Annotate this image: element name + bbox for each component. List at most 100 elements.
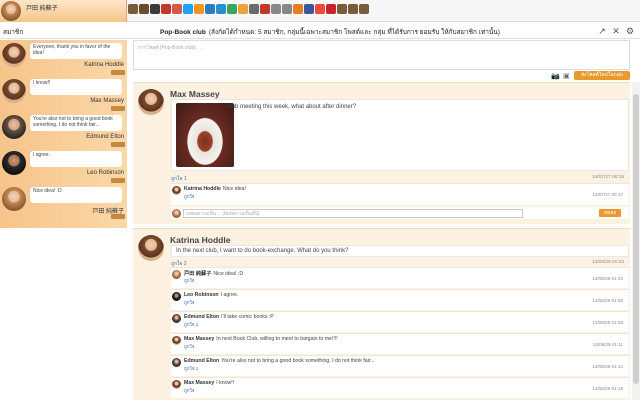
- activity-text: I agree.: [30, 151, 122, 167]
- like-link[interactable]: ถูกใจ: [184, 300, 195, 307]
- like-link[interactable]: ถูกใจ 1: [184, 366, 198, 373]
- post-button[interactable]: ส่งโพสต์ใหม่ในกลุ่ม: [574, 71, 630, 80]
- like-link[interactable]: ถูกใจ 1: [184, 322, 198, 329]
- comment-date: 13/08/29 01:14: [592, 364, 623, 369]
- avatar[interactable]: [172, 358, 181, 367]
- info-icon[interactable]: [271, 4, 281, 14]
- star-icon[interactable]: [293, 4, 303, 14]
- external-link-icon[interactable]: ↗: [597, 26, 607, 36]
- book-icon[interactable]: [139, 4, 149, 14]
- cat-icon[interactable]: [150, 4, 160, 14]
- avatar[interactable]: [172, 336, 181, 345]
- apple-icon[interactable]: [161, 4, 171, 14]
- comment-body: I know!!: [216, 380, 235, 386]
- facebook-icon[interactable]: [304, 4, 314, 14]
- home-icon[interactable]: [128, 4, 138, 14]
- app-icon[interactable]: [238, 4, 248, 14]
- reply-icon[interactable]: [111, 214, 125, 219]
- comment: Max Massey In next Book Club, willing to …: [171, 333, 629, 354]
- like-link[interactable]: ถูกใจ: [184, 344, 195, 351]
- comment-author[interactable]: 戸田 純蘇子: [184, 271, 211, 277]
- camera-icon[interactable]: 📷: [551, 72, 560, 80]
- comment-text: 戸田 純蘇子 Nice idea! :D: [184, 270, 243, 277]
- avatar[interactable]: [138, 89, 164, 115]
- post-date: 13/08/29 01:02: [591, 260, 624, 265]
- sidebar-activity-item[interactable]: You're also not to bring a good book som…: [0, 113, 127, 149]
- current-user[interactable]: 戸田 純蘇子: [0, 0, 127, 22]
- post-text: In the next club, I want to do book-exch…: [176, 248, 349, 254]
- sidebar-activity-item[interactable]: Nice idea! :D 戸田 純蘇子: [0, 185, 127, 221]
- comment-author[interactable]: Max Massey: [184, 380, 214, 386]
- scrollbar[interactable]: [632, 82, 640, 400]
- comment-author[interactable]: Max Massey: [184, 336, 214, 342]
- reply-icon[interactable]: [111, 178, 125, 183]
- twitter-icon[interactable]: [183, 4, 193, 14]
- comment-date: 14/07/27 00:17: [592, 192, 623, 197]
- activity-author[interactable]: Leo Robinson: [87, 170, 124, 176]
- sidebar-empty: [0, 228, 127, 400]
- sidebar-activity-item[interactable]: I agree. Leo Robinson: [0, 149, 127, 185]
- dots2-icon[interactable]: [348, 4, 358, 14]
- comment-body: You're also not to bring a good book som…: [221, 358, 375, 364]
- post-author[interactable]: Max Massey: [170, 89, 220, 99]
- post-body: Club meeting this week, what about after…: [171, 99, 629, 171]
- avatar[interactable]: [2, 187, 26, 211]
- warning-icon[interactable]: [260, 4, 270, 14]
- dots3-icon[interactable]: [359, 4, 369, 14]
- send-button[interactable]: ส่งเลย: [599, 209, 621, 217]
- window-icon[interactable]: [205, 4, 215, 14]
- group-header: สมาชิก Pop-Book club (สังกัดได้กําหนด: 5 …: [0, 23, 640, 39]
- reply-icon[interactable]: [111, 106, 125, 111]
- dots-icon[interactable]: [337, 4, 347, 14]
- comment-author[interactable]: Leo Robinson: [184, 292, 219, 298]
- avatar[interactable]: [172, 380, 181, 389]
- close-icon[interactable]: ✕: [611, 26, 621, 36]
- avatar[interactable]: [2, 79, 26, 103]
- sidebar-activity-item[interactable]: I know!! Max Massey: [0, 77, 127, 113]
- bookmark-icon[interactable]: [172, 4, 182, 14]
- like-link[interactable]: ถูกใจ 1: [171, 175, 187, 183]
- comment-author[interactable]: Edmund Elton: [184, 314, 219, 320]
- group-description: (สังกัดได้กําหนด: 5 สมาชิก, กลุ่มนี้เฉพา…: [208, 29, 500, 36]
- like-link[interactable]: ถูกใจ: [184, 278, 195, 285]
- app-icon[interactable]: [216, 4, 226, 14]
- app-icon[interactable]: [227, 4, 237, 14]
- comment-input[interactable]: แสดงความเห็น ... (พิมพ์ความเห็นที่นี่): [183, 209, 523, 218]
- post-photo[interactable]: [176, 103, 234, 167]
- avatar[interactable]: [172, 292, 181, 301]
- like-link[interactable]: ถูกใจ: [184, 388, 195, 395]
- post-author[interactable]: Katrina Hoddle: [170, 235, 230, 245]
- activity-author[interactable]: Edmund Elton: [86, 134, 124, 140]
- gear-icon[interactable]: ⚙: [625, 26, 635, 36]
- activity-text: I know!!: [30, 79, 122, 95]
- star2-icon[interactable]: [315, 4, 325, 14]
- comment-date: 13/08/29 01:03: [592, 276, 623, 281]
- avatar[interactable]: [172, 270, 181, 279]
- activity-author[interactable]: Katrina Hoddle: [84, 62, 124, 68]
- avatar[interactable]: [2, 43, 26, 67]
- pinterest-icon[interactable]: [326, 4, 336, 14]
- members-label[interactable]: สมาชิก: [3, 27, 23, 37]
- avatar[interactable]: [172, 186, 181, 195]
- comment-form: แสดงความเห็น ... (พิมพ์ความเห็นที่นี่) ส่…: [171, 207, 629, 219]
- image-icon[interactable]: ▣: [563, 72, 570, 80]
- scrollbar-thumb[interactable]: [633, 94, 639, 384]
- reply-icon[interactable]: [111, 70, 125, 75]
- avatar[interactable]: [1, 1, 21, 21]
- avatar[interactable]: [172, 314, 181, 323]
- home2-icon[interactable]: [249, 4, 259, 14]
- avatar[interactable]: [2, 151, 26, 175]
- post-composer[interactable]: การโพสต์ [Pop-Book club] . . .: [133, 40, 630, 70]
- activity-author[interactable]: Max Massey: [90, 98, 124, 104]
- comment: Katrina Hoddle Nice idea! ถูกใจ 14/07/27 00…: [171, 183, 629, 205]
- avatar[interactable]: [138, 235, 164, 261]
- comment-author[interactable]: Edmund Elton: [184, 358, 219, 364]
- reply-icon[interactable]: [111, 142, 125, 147]
- comment-author[interactable]: Katrina Hoddle: [184, 186, 221, 192]
- group-name[interactable]: Pop-Book club: [160, 29, 206, 36]
- rss-icon[interactable]: [194, 4, 204, 14]
- avatar[interactable]: [2, 115, 26, 139]
- info2-icon[interactable]: [282, 4, 292, 14]
- sidebar-activity-item[interactable]: Everyone, thank you in favor of the idea…: [0, 41, 127, 77]
- like-link[interactable]: ถูกใจ: [184, 194, 195, 201]
